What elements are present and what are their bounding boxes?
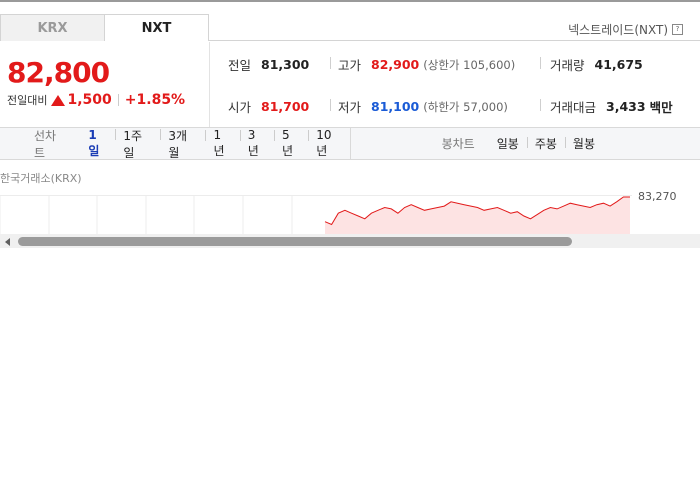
chart-max-label: 83,270 — [638, 190, 677, 203]
amount-label: 거래대금 — [550, 100, 597, 115]
quote-divider — [209, 42, 210, 127]
open-value: 81,700 — [261, 99, 310, 114]
stat-prev-close: 전일 81,300 — [228, 55, 309, 74]
high-value: 82,900 — [371, 57, 420, 72]
period-1d[interactable]: 1일 — [80, 128, 115, 159]
top-border — [0, 0, 700, 2]
period-1w[interactable]: 1주일 — [115, 127, 160, 161]
candle-chart-nav: 봉차트 일봉 주봉 월봉 — [350, 128, 700, 159]
exchange-tabs: KRX NXT — [0, 14, 209, 41]
upper-limit: (상한가 105,600) — [423, 57, 516, 72]
nxt-exchange-title: 넥스트레이드(NXT) ? — [568, 21, 683, 38]
change-percent: +1.85% — [124, 92, 186, 108]
candle-chart-title: 봉차트 — [441, 137, 475, 151]
period-3m[interactable]: 3개월 — [160, 127, 205, 161]
low-value: 81,100 — [371, 99, 420, 114]
tab-underline — [208, 40, 700, 41]
stat-volume: 거래량 41,675 — [550, 55, 643, 74]
help-icon[interactable]: ? — [672, 24, 683, 35]
scroll-left-arrow[interactable] — [5, 238, 10, 246]
up-triangle-icon — [51, 94, 66, 106]
stat-open: 시가 81,700 — [228, 97, 309, 116]
high-label: 고가 — [338, 58, 362, 73]
exchange-label: 한국거래소(KRX) — [0, 172, 82, 185]
change-divider — [117, 94, 119, 106]
low-label: 저가 — [338, 100, 362, 115]
nxt-title-text: 넥스트레이드(NXT) — [568, 23, 668, 37]
line-chart-title: 선차트 — [34, 128, 57, 160]
chart-nav-bar: 선차트 1일 1주일 3개월 1년 3년 5년 10년 봉차트 일봉 주봉 월봉 — [0, 127, 700, 160]
price-change: 전일대비 1,500 +1.85% — [7, 92, 185, 108]
candle-monthly[interactable]: 월봉 — [564, 135, 603, 152]
amount-value: 3,433 — [606, 99, 646, 114]
stat-high: 고가 82,900 (상한가 105,600) — [338, 55, 515, 74]
tab-krx[interactable]: KRX — [0, 14, 105, 41]
change-label: 전일대비 — [7, 94, 48, 107]
prev-close-value: 81,300 — [261, 57, 310, 72]
stat-amount: 거래대금 3,433 백만 — [550, 97, 673, 116]
intraday-chart — [0, 195, 632, 235]
tab-nxt[interactable]: NXT — [104, 14, 209, 41]
volume-label: 거래량 — [550, 58, 585, 73]
period-5y[interactable]: 5년 — [274, 128, 308, 159]
change-amount: 1,500 — [67, 92, 112, 108]
period-10y[interactable]: 10년 — [308, 128, 350, 159]
price-area — [325, 197, 630, 235]
col-divider — [540, 57, 541, 69]
scrollbar-thumb[interactable] — [18, 237, 572, 246]
candle-weekly[interactable]: 주봉 — [526, 135, 565, 152]
col-divider — [330, 57, 331, 69]
open-label: 시가 — [228, 100, 252, 115]
lower-limit: (하한가 57,000) — [423, 99, 508, 114]
period-1y[interactable]: 1년 — [205, 128, 239, 159]
col-divider — [540, 99, 541, 111]
amount-unit: 백만 — [649, 100, 673, 115]
col-divider — [330, 99, 331, 111]
volume-value: 41,675 — [594, 57, 643, 72]
period-3y[interactable]: 3년 — [239, 128, 274, 159]
candle-daily[interactable]: 일봉 — [489, 135, 527, 152]
line-chart-nav: 선차트 1일 1주일 3개월 1년 3년 5년 10년 — [0, 127, 350, 161]
stat-low: 저가 81,100 (하한가 57,000) — [338, 97, 508, 116]
current-price: 82,800 — [7, 56, 110, 89]
prev-close-label: 전일 — [228, 58, 252, 73]
